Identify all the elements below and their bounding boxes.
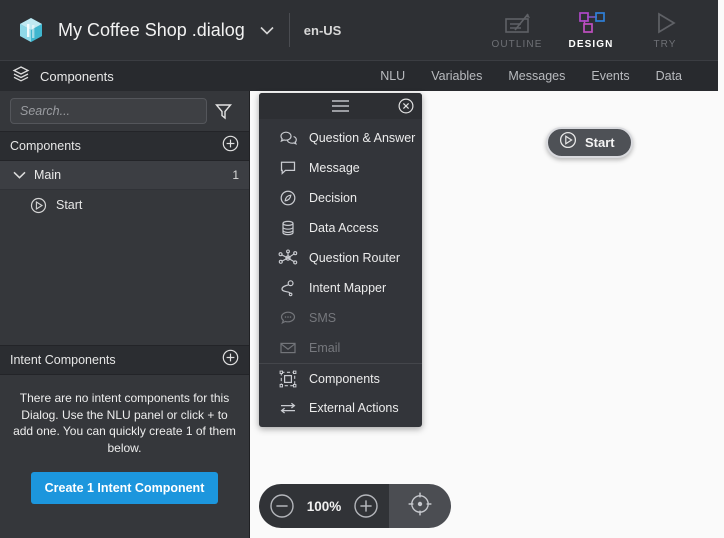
app-window: My Coffee Shop .dialog en-US OUTLINE: [0, 0, 724, 538]
hamburger-icon[interactable]: [332, 100, 349, 112]
top-bar: My Coffee Shop .dialog en-US OUTLINE: [0, 0, 718, 60]
intent-section-header: Intent Components: [0, 345, 249, 375]
mode-design[interactable]: DESIGN: [554, 0, 628, 60]
zoom-control-main: 100%: [259, 484, 389, 528]
locale-label[interactable]: en-US: [304, 23, 342, 38]
message-bubble-icon: [277, 159, 299, 177]
search-row: [0, 91, 249, 131]
mode-try[interactable]: TRY: [628, 0, 702, 60]
page-title: Components: [40, 69, 114, 84]
chevron-down-icon[interactable]: [259, 22, 275, 38]
menu-item-label: Decision: [309, 191, 357, 205]
envelope-icon: [277, 339, 299, 357]
decision-compass-icon: [277, 189, 299, 207]
mode-label: OUTLINE: [491, 39, 542, 50]
menu-item-label: SMS: [309, 311, 336, 325]
mode-label: TRY: [653, 39, 676, 50]
tab-events[interactable]: Events: [591, 69, 629, 83]
play-circle-icon: [28, 197, 48, 214]
sms-bubble-icon: [277, 309, 299, 327]
menu-item-question-answer[interactable]: Question & Answer: [259, 123, 422, 153]
tree-count: 1: [232, 168, 239, 182]
intent-path-icon: [277, 279, 299, 297]
close-circle-icon[interactable]: [398, 98, 414, 119]
menu-item-list: Question & Answer Message Decision: [259, 119, 422, 427]
plus-circle-icon[interactable]: [222, 135, 239, 157]
menu-item-label: Components: [309, 372, 380, 386]
design-nodes-icon: [575, 10, 607, 36]
tab-messages[interactable]: Messages: [508, 69, 565, 83]
sidebar: Components Main 1: [0, 91, 250, 538]
crosshair-target-icon: [407, 491, 433, 522]
database-icon: [277, 219, 299, 237]
chevron-down-icon[interactable]: [10, 171, 28, 179]
menu-item-components[interactable]: Components: [259, 363, 422, 393]
tree-child-label: Start: [56, 198, 82, 212]
canvas-node-start[interactable]: Start: [546, 127, 633, 158]
tree-row-main[interactable]: Main 1: [0, 161, 249, 190]
menu-item-label: Question & Answer: [309, 131, 415, 145]
menu-item-external-actions[interactable]: External Actions: [259, 393, 422, 423]
tab-nlu[interactable]: NLU: [380, 69, 405, 83]
play-circle-icon: [559, 131, 577, 154]
menu-item-label: External Actions: [309, 401, 399, 415]
mode-label: DESIGN: [569, 39, 614, 50]
plus-circle-icon[interactable]: [222, 349, 239, 371]
menu-item-data-access[interactable]: Data Access: [259, 213, 422, 243]
cube-logo-icon: [16, 15, 46, 45]
section-label: Components: [10, 139, 81, 153]
intent-empty-state: There are no intent components for this …: [0, 376, 249, 504]
menu-item-intent-mapper[interactable]: Intent Mapper: [259, 273, 422, 303]
components-frame-icon: [277, 370, 299, 388]
menu-item-label: Data Access: [309, 221, 378, 235]
toolbar-tabs: NLU Variables Messages Events Data: [380, 69, 682, 83]
zoom-level-label: 100%: [305, 499, 343, 514]
node-label: Start: [585, 135, 615, 150]
app-title: My Coffee Shop .dialog: [58, 20, 245, 41]
tree-child-start[interactable]: Start: [0, 190, 249, 220]
menu-item-sms: SMS: [259, 303, 422, 333]
tab-data[interactable]: Data: [656, 69, 682, 83]
components-section-header: Components: [0, 131, 249, 161]
sub-toolbar: Components NLU Variables Messages Events…: [0, 60, 718, 91]
filter-funnel-icon[interactable]: [207, 102, 239, 121]
tab-variables[interactable]: Variables: [431, 69, 482, 83]
menu-header: [259, 93, 422, 119]
menu-item-label: Message: [309, 161, 360, 175]
divider: [289, 13, 290, 47]
play-triangle-icon: [650, 10, 680, 36]
mode-switcher: OUTLINE DESIGN: [480, 0, 718, 60]
chat-bubbles-icon: [277, 129, 299, 147]
create-intent-component-button[interactable]: Create 1 Intent Component: [31, 472, 219, 504]
section-label: Intent Components: [10, 353, 116, 367]
recenter-button[interactable]: [389, 484, 451, 528]
mode-outline[interactable]: OUTLINE: [480, 0, 554, 60]
search-input[interactable]: [10, 98, 207, 124]
toolbar-title-group: Components: [12, 65, 114, 88]
menu-item-question-router[interactable]: Question Router: [259, 243, 422, 273]
intent-empty-message: There are no intent components for this …: [12, 390, 237, 456]
router-nodes-icon: [277, 249, 299, 267]
menu-item-message[interactable]: Message: [259, 153, 422, 183]
stacked-layers-icon: [12, 65, 30, 88]
outline-icon: [501, 10, 533, 36]
menu-item-label: Question Router: [309, 251, 400, 265]
menu-item-label: Intent Mapper: [309, 281, 386, 295]
tree-label: Main: [34, 168, 61, 182]
plus-circle-icon[interactable]: [353, 493, 379, 519]
zoom-control: 100%: [259, 484, 451, 528]
exchange-arrows-icon: [277, 399, 299, 417]
menu-item-label: Email: [309, 341, 340, 355]
menu-item-email: Email: [259, 333, 422, 363]
menu-item-decision[interactable]: Decision: [259, 183, 422, 213]
component-add-menu: Question & Answer Message Decision: [259, 93, 422, 427]
minus-circle-icon[interactable]: [269, 493, 295, 519]
